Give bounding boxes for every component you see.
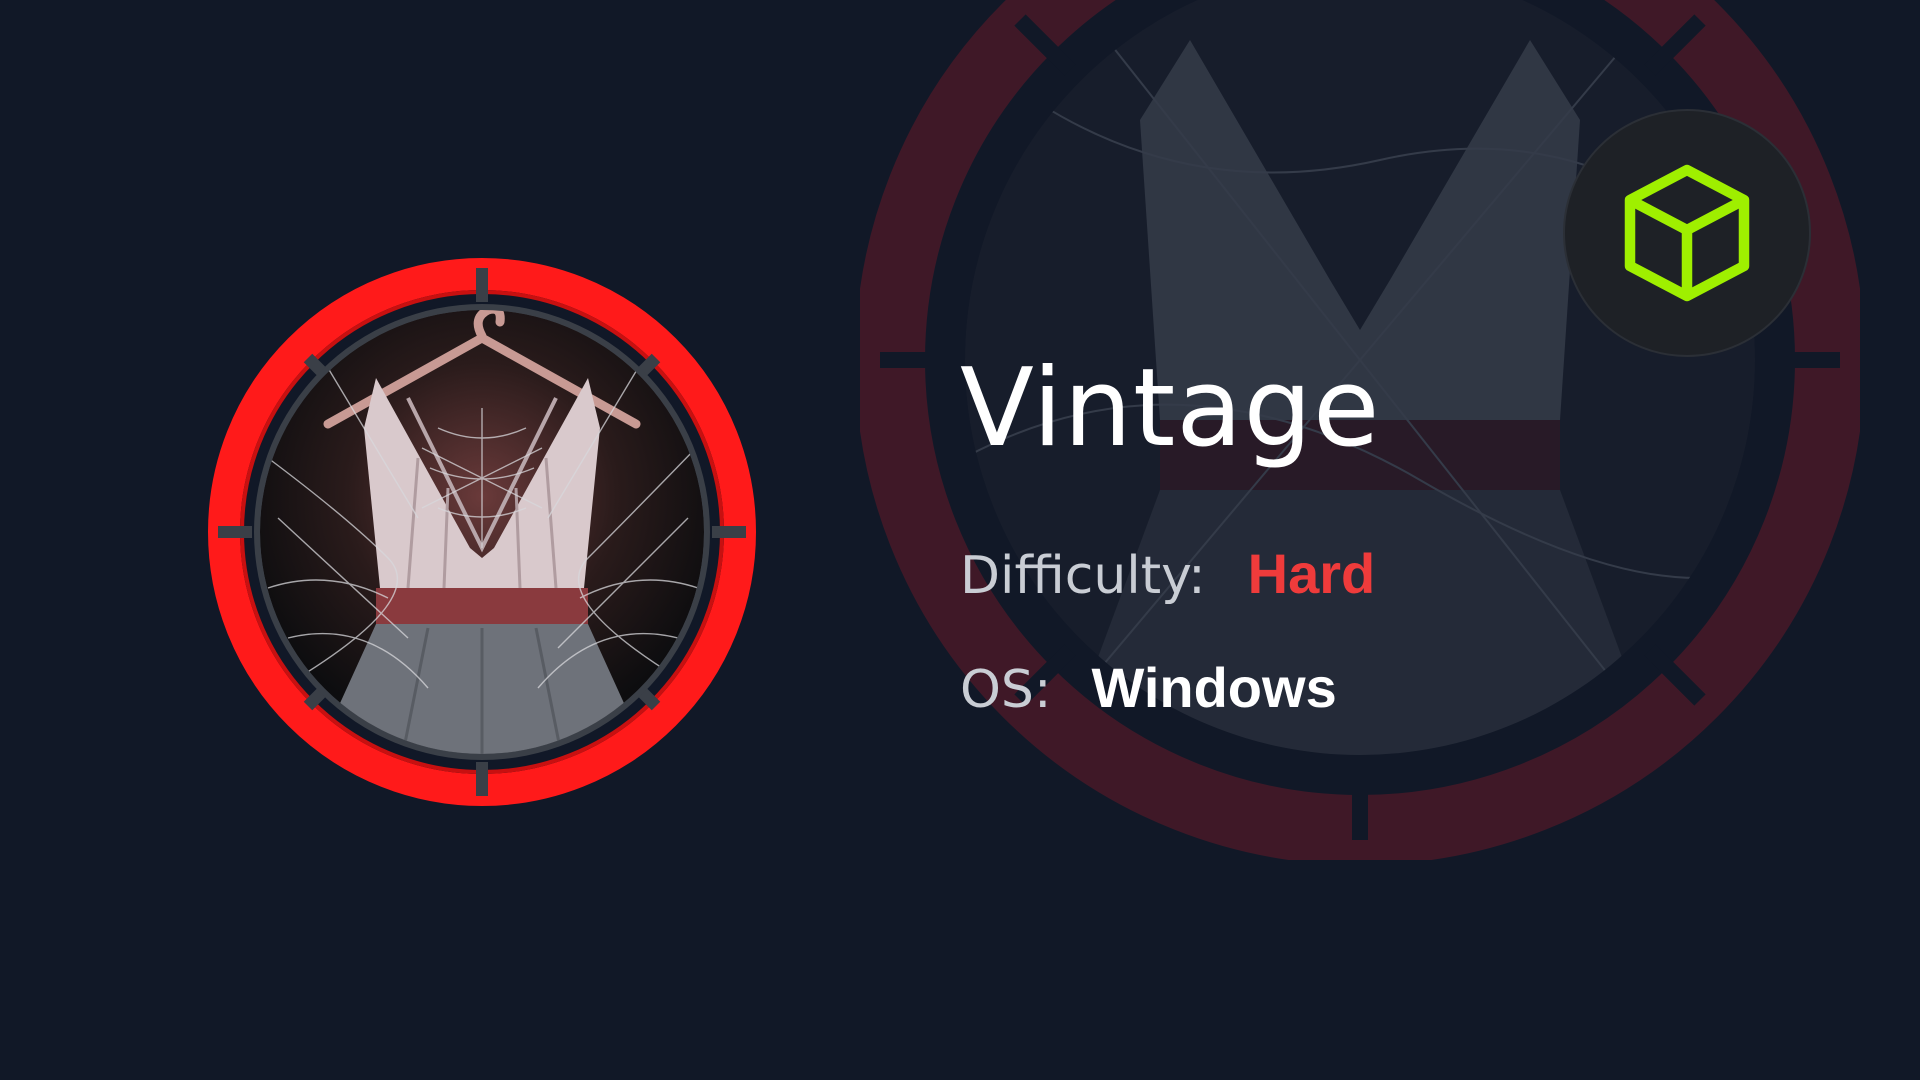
machine-avatar	[208, 258, 756, 806]
os-label: OS:	[960, 660, 1052, 720]
difficulty-value: Hard	[1247, 542, 1376, 605]
os-row: OS: Windows	[960, 660, 1337, 717]
os-value: Windows	[1091, 656, 1337, 719]
difficulty-row: Difficulty: Hard	[960, 546, 1375, 603]
difficulty-label: Difficulty:	[960, 546, 1206, 606]
machine-name: Vintage	[960, 346, 1381, 471]
hackthebox-logo	[1563, 109, 1811, 357]
machine-card: Vintage Difficulty: Hard OS: Windows	[0, 0, 1920, 1080]
cube-icon	[1624, 164, 1750, 302]
